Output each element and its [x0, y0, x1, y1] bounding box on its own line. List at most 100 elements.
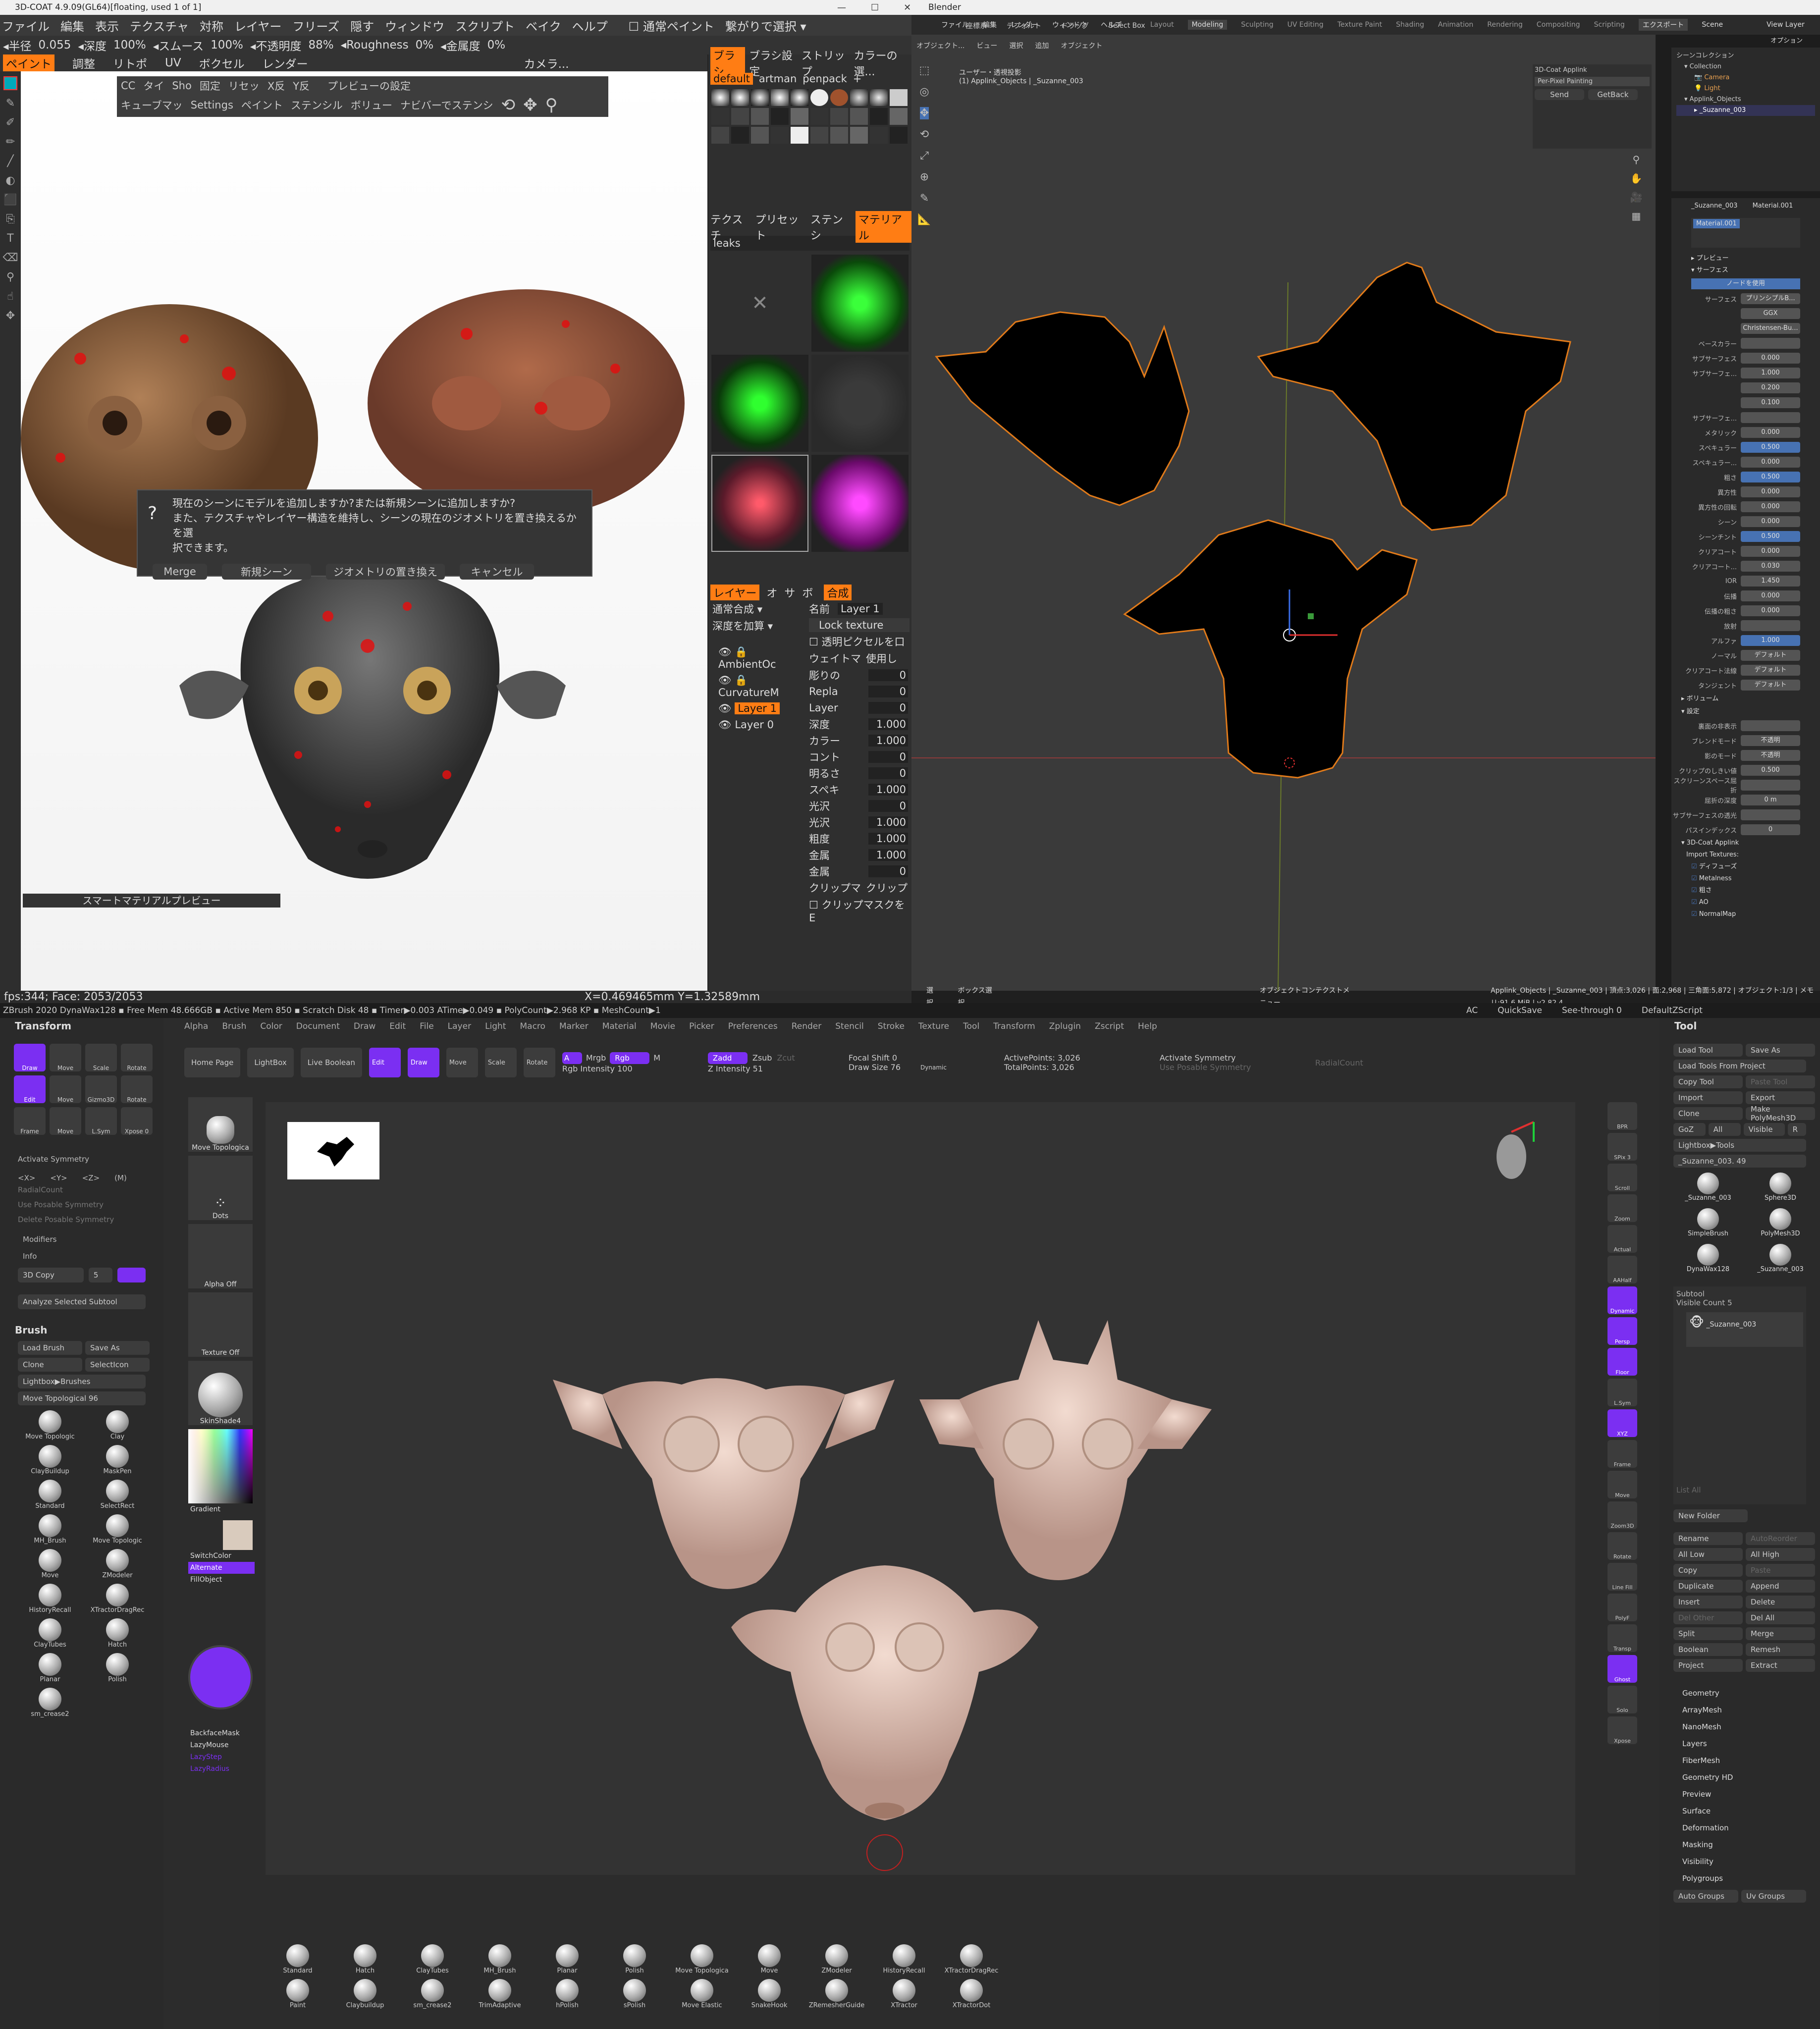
weight-dropdown[interactable]: 使用し — [866, 651, 897, 666]
load-brush-button[interactable]: Load Brush — [18, 1341, 82, 1355]
dynamic-button[interactable]: Dynamic — [920, 1064, 947, 1071]
tool-section-layers[interactable]: Layers — [1682, 1735, 1797, 1752]
sym-x-button[interactable]: <X> — [18, 1174, 35, 1182]
stamp-icon[interactable]: ⬛ — [3, 194, 17, 206]
alpha-thumb[interactable] — [890, 127, 908, 144]
activate-symmetry-toggle[interactable]: Activate Symmetry — [1160, 1053, 1308, 1063]
lightbox-button[interactable]: LightBox — [247, 1048, 294, 1077]
brush-sm-crease2[interactable]: sm_crease2 — [18, 1688, 82, 1720]
layer-slider-row[interactable]: カラー 1.000 — [807, 732, 911, 748]
lightbox-brushes-button[interactable]: Lightbox▶Brushes — [18, 1375, 146, 1388]
make-polymesh-button[interactable]: Make PolyMesh3D — [1746, 1105, 1815, 1122]
brush-paint[interactable]: Paint — [266, 1979, 330, 2012]
depth-field[interactable]: 100% — [113, 39, 146, 52]
property-field[interactable]: 0.000 — [1741, 590, 1800, 601]
menu-render[interactable]: Render — [792, 1021, 822, 1031]
brush-zremesherguide[interactable]: ZRemesherGuide — [804, 1979, 869, 2012]
tab-o[interactable]: オ — [766, 585, 777, 600]
menu-light[interactable]: Light — [485, 1021, 506, 1031]
import-button[interactable]: Import — [1673, 1091, 1743, 1104]
tool-section-nanomesh[interactable]: NanoMesh — [1682, 1718, 1797, 1735]
lazy-step-slider[interactable]: LazyStep — [188, 1751, 255, 1763]
move-mode-button[interactable]: Move — [446, 1048, 478, 1077]
subtool-copy-button[interactable]: Copy — [1673, 1564, 1743, 1577]
blender-3d-viewport[interactable]: オブジェクト... ビュー 選択 追加 オブジェクト 座標系 デフォルト ドラッ… — [911, 22, 1656, 991]
smooth-field[interactable]: 100% — [211, 39, 243, 52]
property-field[interactable]: 0.000 — [1741, 427, 1800, 438]
merge-button[interactable]: Merge — [153, 564, 207, 580]
workspace-tab[interactable]: Animation — [1438, 21, 1473, 29]
menu-transform[interactable]: Transform — [993, 1021, 1035, 1031]
transform-draw-button[interactable]: Draw — [14, 1044, 46, 1071]
brush-move-topologic[interactable]: Move Topologic — [18, 1410, 82, 1443]
transform-move-button[interactable]: Move — [50, 1044, 81, 1071]
alpha-thumb[interactable] — [890, 89, 908, 106]
brush-historyrecall[interactable]: HistoryRecall — [18, 1584, 82, 1616]
property-field[interactable] — [1741, 720, 1800, 731]
alpha-thumb[interactable] — [850, 89, 868, 106]
tab-render[interactable]: レンダー — [263, 54, 308, 71]
alpha-thumb[interactable] — [830, 108, 848, 125]
subtool-all-low-button[interactable]: All Low — [1673, 1548, 1743, 1561]
transform-rotate-button[interactable]: Rotate — [121, 1044, 153, 1071]
shelf-xpose-button[interactable]: Xpose — [1607, 1716, 1637, 1744]
use-posable-toggle[interactable]: Use Posable Symmetry — [1160, 1063, 1308, 1072]
sym-z-button[interactable]: <Z> — [82, 1174, 100, 1182]
alpha-thumb[interactable] — [751, 108, 769, 125]
stencil-button[interactable]: ステンシル — [291, 98, 343, 112]
menu-stencil[interactable]: Stencil — [835, 1021, 863, 1031]
alpha-thumb[interactable] — [850, 127, 868, 144]
property-field[interactable]: 0.000 — [1741, 546, 1800, 557]
a-button[interactable]: A — [562, 1052, 582, 1064]
alpha-thumb[interactable] — [771, 89, 789, 106]
import-texture-checkbox[interactable]: ☑ AO — [1681, 897, 1820, 908]
property-field[interactable]: GGX — [1741, 308, 1800, 319]
tab-materials[interactable]: マテリアル — [855, 211, 911, 243]
add-preset-icon[interactable]: + — [853, 73, 862, 85]
move-icon[interactable]: ✥ — [523, 95, 537, 115]
tool-section-deformation[interactable]: Deformation — [1682, 1819, 1797, 1836]
tool-section-fibermesh[interactable]: FiberMesh — [1682, 1752, 1797, 1769]
transform-rotate-button[interactable]: Rotate — [121, 1075, 153, 1103]
brush-claytubes[interactable]: ClayTubes — [400, 1944, 465, 1977]
brush-polish[interactable]: Polish — [85, 1653, 150, 1686]
subtool-boolean-button[interactable]: Boolean — [1673, 1643, 1743, 1656]
z-intensity-slider[interactable]: Z Intensity 51 — [708, 1064, 822, 1073]
layer-slider-value[interactable]: 1.000 — [868, 734, 909, 747]
alpha-thumb[interactable] — [791, 127, 808, 144]
delete-posable-symmetry-button[interactable]: Delete Posable Symmetry — [0, 1212, 163, 1227]
brush-clay[interactable]: Clay — [85, 1410, 150, 1443]
workspace-tab[interactable]: Rendering — [1487, 21, 1523, 29]
brush-claybuildup[interactable]: ClayBuildup — [18, 1445, 82, 1478]
shelf-solo-button[interactable]: Solo — [1607, 1686, 1637, 1713]
workspace-tab[interactable]: Texture Paint — [1338, 21, 1382, 29]
volume-section[interactable]: ▸ ボリューム — [1681, 693, 1820, 705]
menu-symmetry[interactable]: 対称 — [200, 17, 223, 34]
workspace-tab[interactable]: Scripting — [1594, 21, 1625, 29]
layer-slider-value[interactable]: 1.000 — [868, 849, 909, 861]
alpha-thumb[interactable] — [810, 89, 828, 106]
brush-standard[interactable]: Standard — [18, 1480, 82, 1512]
drag-dropdown[interactable]: ドラッグ — [1061, 21, 1089, 31]
material-thumb-green-1[interactable] — [811, 255, 909, 352]
pivot-dropdown[interactable]: デフォルト — [1007, 21, 1041, 31]
tab-blend[interactable]: 合成 — [824, 585, 852, 600]
layer-slider-row[interactable]: 光沢 0 — [807, 798, 911, 814]
alpha-thumb[interactable] — [731, 127, 749, 144]
workspace-tab-active[interactable]: Modeling — [1187, 20, 1228, 30]
property-field[interactable]: 0.000 — [1741, 457, 1800, 468]
tab-uv[interactable]: UV — [165, 56, 181, 69]
scale-mode-button[interactable]: Scale — [484, 1048, 517, 1077]
property-field[interactable]: 0.100 — [1741, 397, 1800, 408]
transform-move-button[interactable]: Move — [50, 1075, 81, 1103]
menu-file[interactable]: ファイル — [2, 17, 50, 34]
property-field[interactable] — [1741, 780, 1800, 791]
goz-r-button[interactable]: R — [1787, 1123, 1806, 1136]
maximize-icon[interactable]: ☐ — [871, 2, 879, 13]
menu-texture[interactable]: テクスチャ — [130, 17, 189, 34]
layer-slider-value[interactable]: 0 — [868, 767, 909, 779]
line-icon[interactable]: ╱ — [7, 155, 13, 167]
paint-mode-checkbox[interactable]: ☐ 通常ペイント — [629, 17, 714, 34]
brush-historyrecall[interactable]: HistoryRecall — [872, 1944, 936, 1977]
menu-hide[interactable]: 隠す — [350, 17, 374, 34]
